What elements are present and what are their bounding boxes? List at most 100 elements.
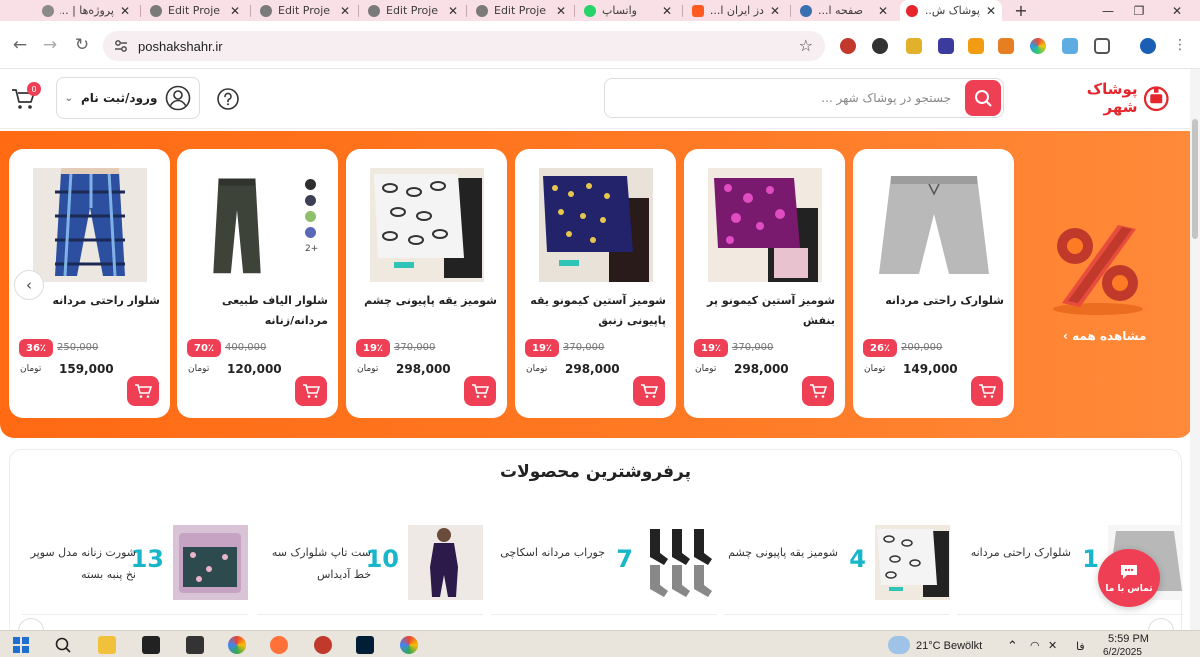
forward-button[interactable]: → xyxy=(40,35,60,55)
extension-icon[interactable] xyxy=(1030,38,1046,54)
file-explorer-icon[interactable] xyxy=(98,636,116,654)
bestseller-item[interactable]: 4 شومیز یقه پاپیونی چشم xyxy=(724,525,950,615)
close-icon[interactable]: ✕ xyxy=(662,4,672,18)
search-icon[interactable] xyxy=(54,636,72,654)
tab-whatsapp[interactable]: واتساپ ✕ xyxy=(578,0,678,21)
profile-avatar[interactable] xyxy=(1140,38,1156,54)
site-logo[interactable]: پوشاک شهر xyxy=(1070,77,1170,119)
contact-us-button[interactable]: تماس با ما xyxy=(1098,549,1160,607)
close-icon[interactable]: ✕ xyxy=(120,4,130,18)
wifi-icon[interactable]: ◠ xyxy=(1030,639,1040,652)
color-swatch[interactable] xyxy=(305,227,316,238)
help-icon[interactable] xyxy=(216,87,240,111)
extension-icon[interactable] xyxy=(906,38,922,54)
product-card[interactable]: شومیز یقه پاپیونی چشم 19٪ 370,000 298,00… xyxy=(346,149,507,418)
add-to-cart-button[interactable] xyxy=(295,376,327,406)
restore-icon[interactable]: ❐ xyxy=(1124,0,1154,21)
extension-icon[interactable] xyxy=(1062,38,1078,54)
new-tab-button[interactable]: + xyxy=(1012,0,1030,21)
currency-label: تومان xyxy=(357,364,379,374)
bestseller-item[interactable]: 7 جوراب مردانه اسکاچی xyxy=(491,525,717,615)
site-info-icon[interactable] xyxy=(113,38,129,54)
mail-icon[interactable] xyxy=(142,636,160,654)
color-swatch[interactable] xyxy=(305,195,316,206)
tab-edit-project-2[interactable]: Edit Proje ✕ xyxy=(254,0,356,21)
extension-icon[interactable] xyxy=(938,38,954,54)
bookmark-star-icon[interactable]: ☆ xyxy=(799,36,813,55)
url-text[interactable]: poshakshahr.ir xyxy=(138,39,223,54)
add-to-cart-button[interactable] xyxy=(802,376,834,406)
close-window-icon[interactable]: ✕ xyxy=(1162,0,1192,21)
close-icon[interactable]: ✕ xyxy=(556,4,566,18)
product-card[interactable]: شومیز آستین کیمونو یقه پاپیونی زنبق 19٪ … xyxy=(515,149,676,418)
bestseller-item[interactable]: 13 شورت زنانه مدل سوپر نخ پنبه بسته xyxy=(22,525,248,615)
back-button[interactable]: ← xyxy=(10,35,30,55)
product-card[interactable]: شلوارک راحتی مردانه 26٪ 200,000 149,000 … xyxy=(853,149,1014,418)
close-icon[interactable]: ✕ xyxy=(448,4,458,18)
windows-start-icon[interactable] xyxy=(12,636,30,654)
color-swatch[interactable] xyxy=(305,211,316,222)
add-to-cart-button[interactable] xyxy=(633,376,665,406)
language-indicator[interactable]: فا xyxy=(1076,640,1085,653)
bestseller-item[interactable]: 10 ست تاپ شلوارک سه خط آدیداس xyxy=(257,525,483,615)
photoshop-icon[interactable] xyxy=(356,636,374,654)
add-to-cart-button[interactable] xyxy=(464,376,496,406)
tab-edit-project-4[interactable]: Edit Proje ✕ xyxy=(470,0,572,21)
product-title[interactable]: شومیز آستین کیمونو یقه پاپیونی زنبق xyxy=(521,291,666,331)
product-title[interactable]: شلوارک راحتی مردانه xyxy=(859,291,1004,311)
add-to-cart-button[interactable] xyxy=(127,376,159,406)
extension-icon[interactable] xyxy=(968,38,984,54)
store-icon[interactable] xyxy=(186,636,204,654)
product-title[interactable]: شومیز یقه پاپیونی چشم xyxy=(352,291,497,311)
tab-poshakshahr[interactable]: پوشاک ش... ✕ xyxy=(900,0,1002,21)
product-card[interactable]: شومیز آستین کیمونو پر بنفش 19٪ 370,000 2… xyxy=(684,149,845,418)
close-icon[interactable]: ✕ xyxy=(986,4,996,18)
tab-home[interactable]: صفحه ا... ✕ xyxy=(794,0,894,21)
bestseller-name[interactable]: جوراب مردانه اسکاچی xyxy=(495,542,605,564)
page-scrollbar[interactable] xyxy=(1190,69,1200,630)
close-icon[interactable]: ✕ xyxy=(770,4,780,18)
chevron-up-icon[interactable]: ⌃ xyxy=(1007,638,1018,654)
slider-prev-button[interactable]: ‹ xyxy=(14,270,44,300)
tab-projects[interactable]: پروژه‌ها | ... ✕ xyxy=(36,0,136,21)
omnibox[interactable]: poshakshahr.ir ☆ xyxy=(103,31,825,61)
extension-icon[interactable] xyxy=(998,38,1014,54)
browser-menu-icon[interactable]: ⋮ xyxy=(1170,35,1190,55)
discount-badge: 26٪ xyxy=(863,339,897,357)
login-register-button[interactable]: ⌄ ورود/ثبت نام xyxy=(56,77,200,119)
volume-muted-icon[interactable]: ✕ xyxy=(1048,639,1057,652)
chrome-profile-icon[interactable] xyxy=(400,636,418,654)
see-all-link[interactable]: مشاهده همه › xyxy=(1063,329,1146,343)
add-to-cart-button[interactable] xyxy=(971,376,1003,406)
search-button[interactable] xyxy=(965,80,1001,116)
minimize-icon[interactable]: — xyxy=(1093,0,1123,21)
reload-button[interactable]: ↻ xyxy=(72,35,92,55)
color-swatch[interactable] xyxy=(305,179,316,190)
weather-text[interactable]: 21°C Bewölkt xyxy=(916,640,982,652)
search-input[interactable] xyxy=(631,79,951,117)
close-icon[interactable]: ✕ xyxy=(230,4,240,18)
extension-icon[interactable] xyxy=(872,38,888,54)
extensions-puzzle-icon[interactable] xyxy=(1094,38,1110,54)
weather-cloud-icon[interactable] xyxy=(888,636,910,654)
bestseller-name[interactable]: ست تاپ شلوارک سه خط آدیداس xyxy=(261,542,371,586)
bestseller-name[interactable]: شومیز یقه پاپیونی چشم xyxy=(728,542,838,564)
scrollbar-thumb[interactable] xyxy=(1192,119,1198,239)
extension-icon[interactable] xyxy=(840,38,856,54)
app-icon[interactable] xyxy=(314,636,332,654)
chrome-icon[interactable] xyxy=(228,636,246,654)
close-icon[interactable]: ✕ xyxy=(878,4,888,18)
tab-dezire[interactable]: دز ایران ا... ✕ xyxy=(686,0,786,21)
tab-edit-project-3[interactable]: Edit Proje ✕ xyxy=(362,0,464,21)
close-icon[interactable]: ✕ xyxy=(340,4,350,18)
tab-edit-project-1[interactable]: Edit Proje ✕ xyxy=(144,0,246,21)
bestseller-name[interactable]: شورت زنانه مدل سوپر نخ پنبه بسته xyxy=(26,542,136,586)
bestseller-name[interactable]: شلوارک راحتی مردانه xyxy=(961,542,1071,564)
clock-date[interactable]: 6/2/2025 xyxy=(1103,647,1142,657)
product-title[interactable]: شومیز آستین کیمونو پر بنفش xyxy=(690,291,835,331)
product-card[interactable]: 2+ شلوار الیاف طبیعی مردانه/زنانه 70٪ 40… xyxy=(177,149,338,418)
clock-time[interactable]: 5:59 PM xyxy=(1108,633,1149,645)
firefox-icon[interactable] xyxy=(270,636,288,654)
product-title[interactable]: شلوار الیاف طبیعی مردانه/زنانه xyxy=(183,291,328,331)
header-cart-button[interactable]: 0 xyxy=(10,82,41,113)
